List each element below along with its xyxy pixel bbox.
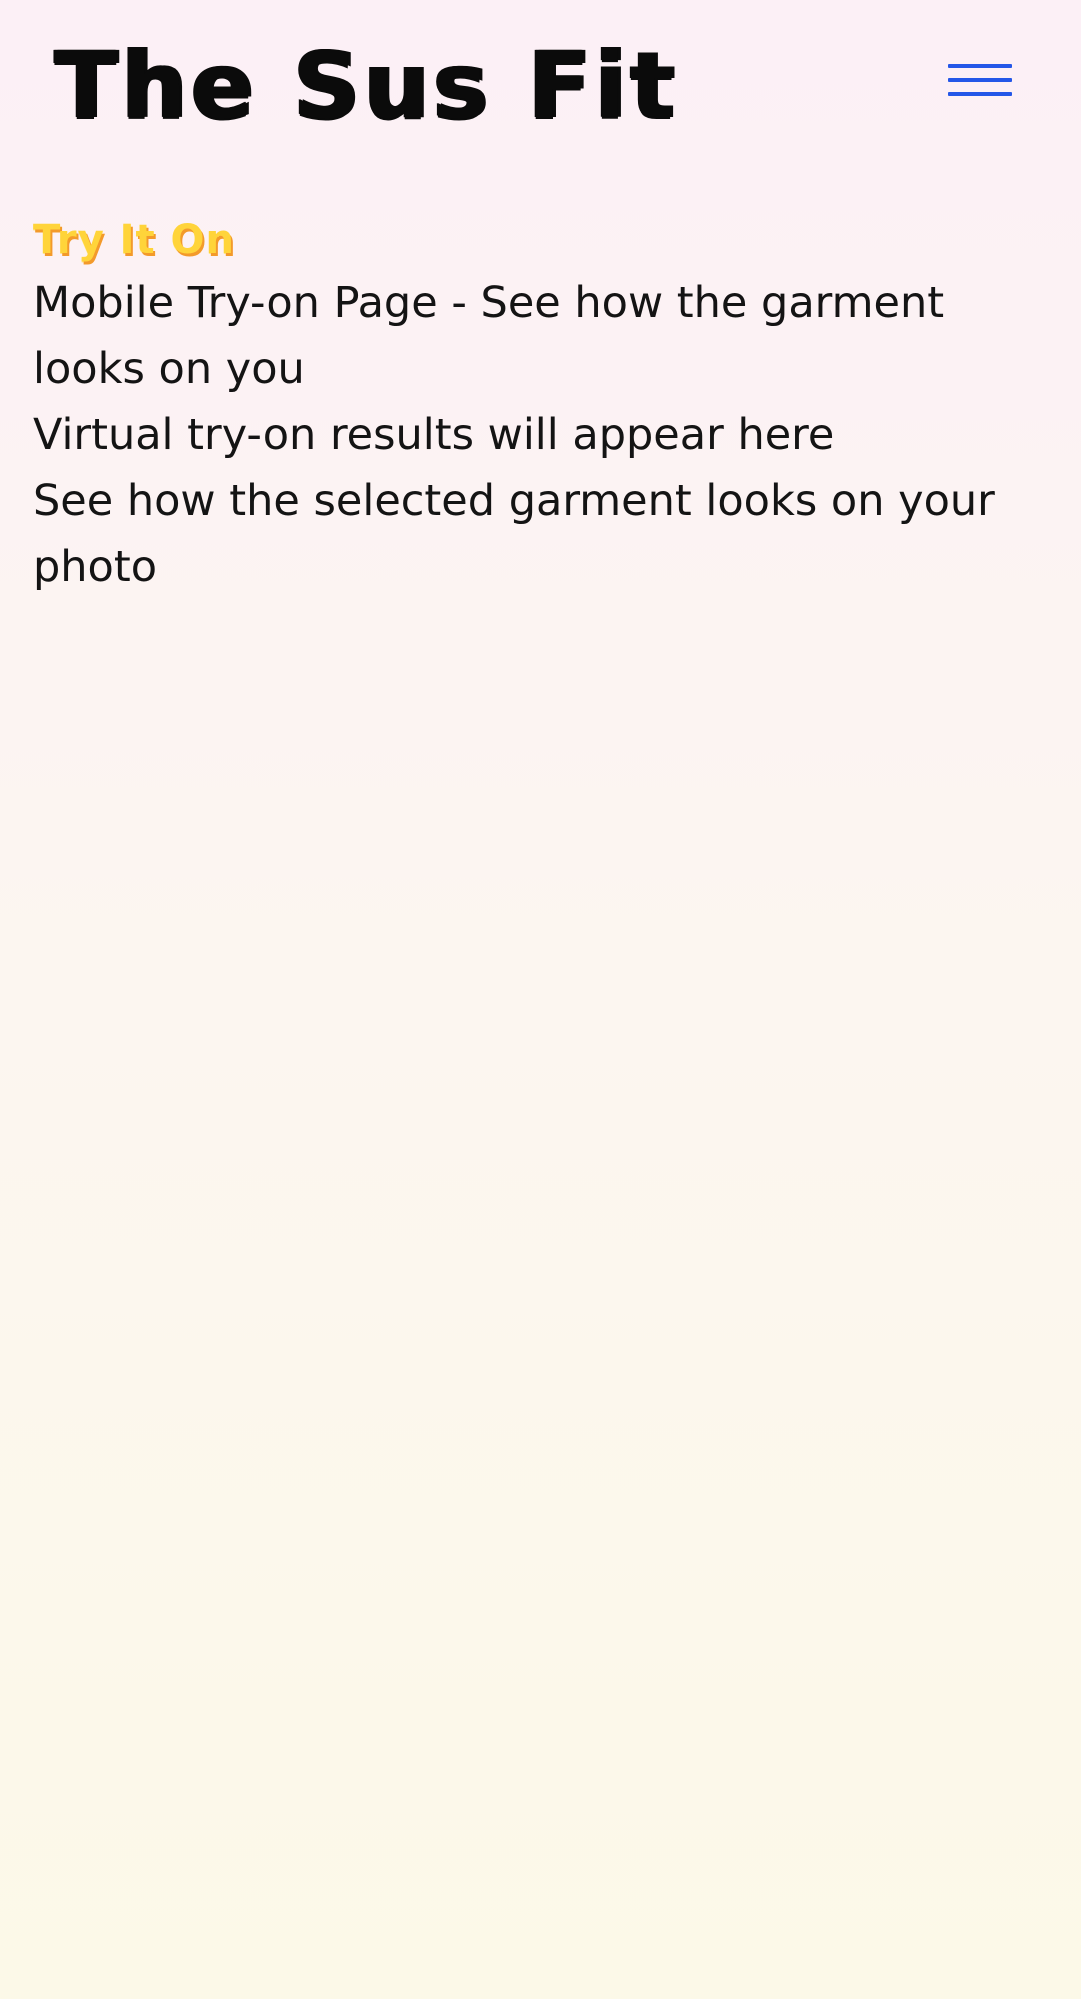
hamburger-menu-icon [948, 64, 1012, 68]
hamburger-menu-bar [948, 78, 1012, 82]
site-header: The Sus Fit [0, 0, 1081, 175]
hamburger-menu-button[interactable] [942, 58, 1016, 112]
main-content: Try It On Mobile Try-on Page - See how t… [33, 210, 1043, 600]
page-description: Mobile Try-on Page - See how the garment… [33, 278, 945, 394]
site-logo[interactable]: The Sus Fit [54, 30, 678, 142]
page-title: Try It On [33, 217, 236, 263]
hamburger-menu-bar [948, 92, 1012, 96]
results-subtext: See how the selected garment looks on yo… [33, 476, 995, 592]
results-placeholder: Virtual try-on results will appear here [33, 410, 835, 460]
